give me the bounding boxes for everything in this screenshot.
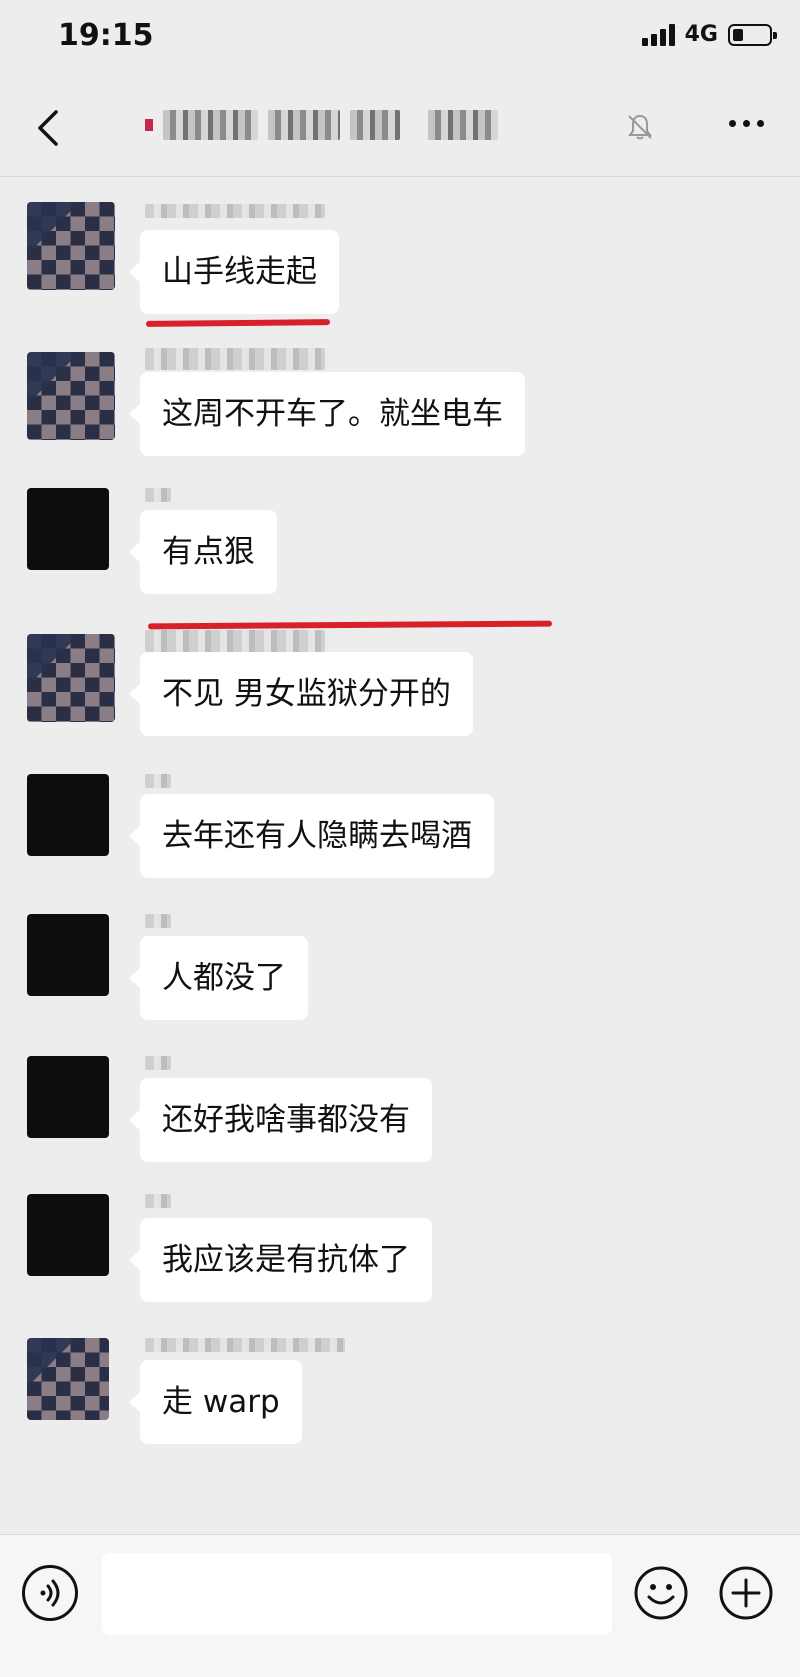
message-input[interactable]: [102, 1553, 612, 1635]
avatar[interactable]: [27, 1338, 109, 1420]
avatar[interactable]: [27, 914, 109, 996]
emoji-icon: [634, 1566, 688, 1620]
sender-name-redacted: [145, 1338, 345, 1352]
battery-icon: [728, 23, 777, 46]
voice-icon: [40, 1579, 60, 1607]
sender-name-redacted: [145, 1056, 171, 1070]
message-bubble[interactable]: 还好我啥事都没有: [129, 1078, 432, 1162]
input-bar: [0, 1534, 800, 1677]
message-bubble[interactable]: 不见 男女监狱分开的: [129, 652, 473, 736]
message-bubble[interactable]: 走 warp: [129, 1360, 302, 1444]
highlight-underline: [147, 620, 553, 630]
voice-button[interactable]: [22, 1565, 78, 1621]
bell-muted-icon: [625, 112, 655, 146]
avatar[interactable]: [27, 774, 109, 856]
redacted-text: [268, 110, 340, 140]
plus-button[interactable]: [718, 1565, 774, 1621]
plus-icon: [719, 1566, 773, 1620]
sender-name-redacted: [145, 348, 325, 370]
more-dots-icon: [729, 120, 736, 127]
message-bubble[interactable]: 我应该是有抗体了: [129, 1218, 432, 1302]
message-bubble[interactable]: 这周不开车了。就坐电车: [129, 372, 525, 456]
sender-name-redacted: [145, 914, 171, 928]
network-label: 4G: [684, 22, 718, 47]
status-bar: 19:15 4G: [0, 0, 800, 80]
signal-icon: [641, 23, 675, 46]
avatar[interactable]: [27, 1056, 109, 1138]
back-button[interactable]: [30, 106, 70, 150]
redacted-text: [350, 110, 400, 140]
redacted-text: [428, 110, 498, 140]
sender-name-redacted: [145, 774, 171, 788]
sender-name-redacted: [145, 204, 325, 218]
message-bubble[interactable]: 去年还有人隐瞒去喝酒: [129, 794, 494, 878]
sender-name-redacted: [145, 1194, 171, 1208]
status-time: 19:15: [58, 18, 154, 53]
sender-name-redacted: [145, 630, 325, 652]
avatar[interactable]: [27, 352, 115, 440]
chat-title-redacted: [145, 110, 498, 140]
sender-name-redacted: [145, 488, 171, 502]
status-indicators: 4G: [641, 22, 777, 47]
more-dot: [757, 120, 764, 127]
avatar[interactable]: [27, 488, 109, 570]
avatar[interactable]: [27, 634, 115, 722]
title-marker: [145, 119, 153, 131]
highlight-underline: [145, 319, 331, 327]
more-dot: [743, 120, 750, 127]
more-button[interactable]: [723, 114, 770, 133]
message-bubble[interactable]: 山手线走起: [129, 230, 339, 314]
chevron-left-icon: [38, 110, 58, 146]
message-bubble[interactable]: 人都没了: [129, 936, 308, 1020]
message-bubble[interactable]: 有点狠: [129, 510, 277, 594]
avatar[interactable]: [27, 202, 115, 290]
emoji-button[interactable]: [633, 1565, 689, 1621]
chat-header: [0, 80, 800, 177]
redacted-text: [163, 110, 258, 140]
avatar[interactable]: [27, 1194, 109, 1276]
message-list[interactable]: 山手线走起 这周不开车了。就坐电车 有点狠 不见 男女监狱分开的 去年还有人隐瞒…: [0, 176, 800, 1534]
